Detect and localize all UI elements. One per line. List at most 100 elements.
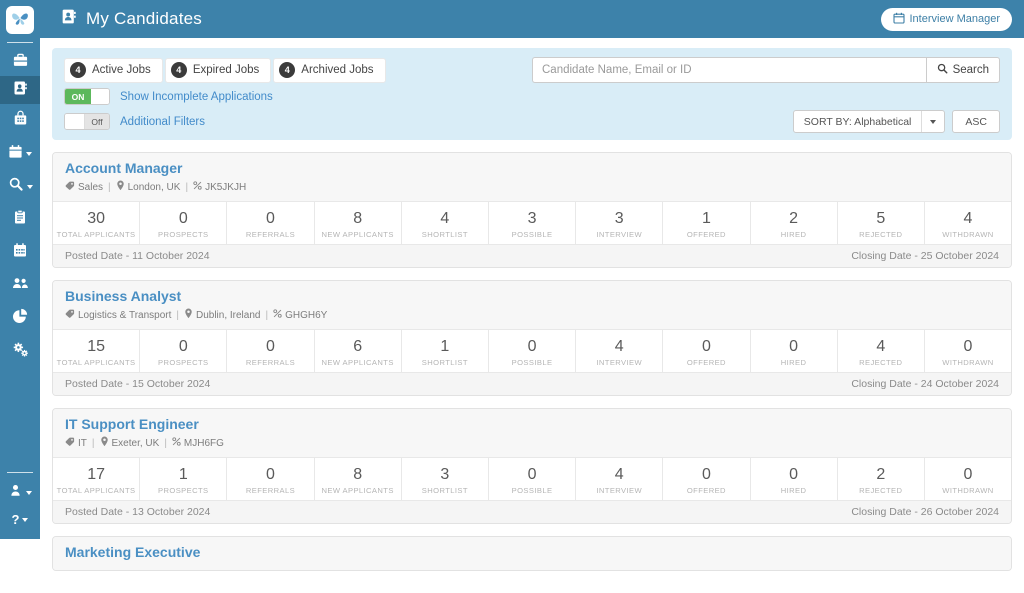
app-logo[interactable]: [6, 6, 34, 34]
posted-date: Posted Date - 11 October 2024: [65, 249, 210, 263]
sidebar-item-calendar-menu[interactable]: [0, 137, 40, 170]
location-pin-icon: [100, 436, 109, 451]
sort-controls: SORT BY: Alphabetical ASC: [793, 110, 1000, 133]
stat-cell[interactable]: 2HIRED: [751, 202, 838, 244]
search-button[interactable]: Search: [926, 57, 1000, 83]
closing-date: Closing Date - 26 October 2024: [851, 505, 999, 519]
stat-cell[interactable]: 8NEW APPLICANTS: [315, 202, 402, 244]
stat-cell[interactable]: 4SHORTLIST: [402, 202, 489, 244]
stat-cell[interactable]: 4INTERVIEW: [576, 458, 663, 500]
job-meta: Logistics & Transport | Dublin, Ireland …: [65, 308, 999, 323]
stat-cell[interactable]: 0OFFERED: [663, 458, 750, 500]
sidebar-item-my-candidates[interactable]: [0, 76, 40, 104]
additional-filters-toggle[interactable]: Off: [64, 113, 110, 130]
stat-cell[interactable]: 30TOTAL APPLICANTS: [53, 202, 140, 244]
stat-cell[interactable]: 0PROSPECTS: [140, 202, 227, 244]
search-icon: [8, 176, 24, 197]
sidebar-item-settings[interactable]: [0, 335, 40, 368]
stat-cell[interactable]: 0POSSIBLE: [489, 330, 576, 372]
sidebar-item-clipboard[interactable]: [0, 203, 40, 236]
job-card-head: Business Analyst Logistics & Transport |…: [53, 281, 1011, 329]
sidebar-item-account[interactable]: [0, 479, 40, 506]
stat-cell[interactable]: 1PROSPECTS: [140, 458, 227, 500]
posted-date: Posted Date - 13 October 2024: [65, 505, 210, 519]
chevron-down-icon: [26, 491, 32, 495]
search-input[interactable]: [532, 57, 926, 83]
expired-jobs-count: 4: [171, 62, 187, 78]
stat-cell[interactable]: 4REJECTED: [838, 330, 925, 372]
briefcase-icon: [12, 52, 29, 74]
clipboard-icon: [12, 209, 28, 230]
closing-date: Closing Date - 24 October 2024: [851, 377, 999, 391]
stat-cell[interactable]: 0WITHDRAWN: [925, 458, 1011, 500]
stat-cell[interactable]: 3SHORTLIST: [402, 458, 489, 500]
stat-cell[interactable]: 0HIRED: [751, 458, 838, 500]
calendar-grid-icon: [12, 242, 28, 263]
job-title-link[interactable]: Business Analyst: [65, 288, 999, 305]
stat-cell[interactable]: 6NEW APPLICANTS: [315, 330, 402, 372]
stat-cell[interactable]: 0REFERRALS: [227, 458, 314, 500]
stat-cell[interactable]: 1SHORTLIST: [402, 330, 489, 372]
stat-cell[interactable]: 0WITHDRAWN: [925, 330, 1011, 372]
archived-jobs-filter[interactable]: 4 Archived Jobs: [273, 58, 385, 83]
sort-by-dropdown[interactable]: SORT BY: Alphabetical: [793, 110, 946, 133]
page-title: My Candidates: [86, 9, 202, 29]
sidebar-item-jobs[interactable]: [0, 49, 40, 76]
address-book-icon: [12, 80, 28, 101]
sidebar-divider: [7, 42, 33, 43]
job-card: Marketing Executive: [52, 536, 1012, 571]
stat-cell[interactable]: 0POSSIBLE: [489, 458, 576, 500]
stat-cell[interactable]: 8NEW APPLICANTS: [315, 458, 402, 500]
active-jobs-filter[interactable]: 4 Active Jobs: [64, 58, 163, 83]
address-book-icon: [60, 8, 77, 30]
users-icon: [11, 275, 29, 296]
reference-icon: [273, 309, 282, 322]
user-icon: [8, 483, 23, 503]
job-card-head: Account Manager Sales | London, UK | JK5…: [53, 153, 1011, 201]
location-pin-icon: [184, 308, 193, 323]
job-card: Business Analyst Logistics & Transport |…: [52, 280, 1012, 396]
stat-cell[interactable]: 0OFFERED: [663, 330, 750, 372]
stat-cell[interactable]: 1OFFERED: [663, 202, 750, 244]
stat-cell[interactable]: 3POSSIBLE: [489, 202, 576, 244]
stat-cell[interactable]: 0HIRED: [751, 330, 838, 372]
sidebar-item-help[interactable]: ?: [0, 506, 40, 533]
butterfly-icon: [9, 7, 31, 34]
sidebar-item-search-menu[interactable]: [0, 170, 40, 203]
stat-cell[interactable]: 4WITHDRAWN: [925, 202, 1011, 244]
chevron-down-icon: [27, 185, 33, 189]
sort-direction-button[interactable]: ASC: [952, 110, 1000, 133]
stat-cell[interactable]: 15TOTAL APPLICANTS: [53, 330, 140, 372]
bag-icon: [12, 110, 29, 132]
stat-cell[interactable]: 0REFERRALS: [227, 330, 314, 372]
stat-cell[interactable]: 4INTERVIEW: [576, 330, 663, 372]
show-incomplete-toggle[interactable]: ON: [64, 88, 110, 105]
main-content: 4 Active Jobs 4 Expired Jobs 4 Archived …: [40, 38, 1024, 593]
tag-icon: [65, 437, 75, 451]
sidebar-item-calendar-grid[interactable]: [0, 236, 40, 269]
search-icon: [937, 63, 948, 77]
chevron-down-icon[interactable]: [921, 111, 944, 132]
help-icon: ?: [12, 512, 20, 527]
stat-cell[interactable]: 17TOTAL APPLICANTS: [53, 458, 140, 500]
additional-filters-label: Additional Filters: [120, 116, 205, 128]
candidate-search: Search: [532, 57, 1000, 83]
sidebar-item-reports[interactable]: [0, 302, 40, 335]
stat-cell[interactable]: 0PROSPECTS: [140, 330, 227, 372]
job-card-foot: Posted Date - 13 October 2024 Closing Da…: [53, 501, 1011, 523]
interview-manager-button[interactable]: Interview Manager: [881, 8, 1013, 31]
closing-date: Closing Date - 25 October 2024: [851, 249, 999, 263]
stat-cell[interactable]: 3INTERVIEW: [576, 202, 663, 244]
archived-jobs-count: 4: [279, 62, 295, 78]
job-title-link[interactable]: Marketing Executive: [65, 544, 999, 561]
job-title-link[interactable]: IT Support Engineer: [65, 416, 999, 433]
stat-cell[interactable]: 2REJECTED: [838, 458, 925, 500]
show-incomplete-label: Show Incomplete Applications: [120, 91, 273, 103]
job-title-link[interactable]: Account Manager: [65, 160, 999, 177]
stat-cell[interactable]: 5REJECTED: [838, 202, 925, 244]
sidebar: ?: [0, 0, 40, 539]
stat-cell[interactable]: 0REFERRALS: [227, 202, 314, 244]
sidebar-item-users[interactable]: [0, 269, 40, 302]
sidebar-item-job-bag[interactable]: [0, 104, 40, 137]
expired-jobs-filter[interactable]: 4 Expired Jobs: [165, 58, 271, 83]
